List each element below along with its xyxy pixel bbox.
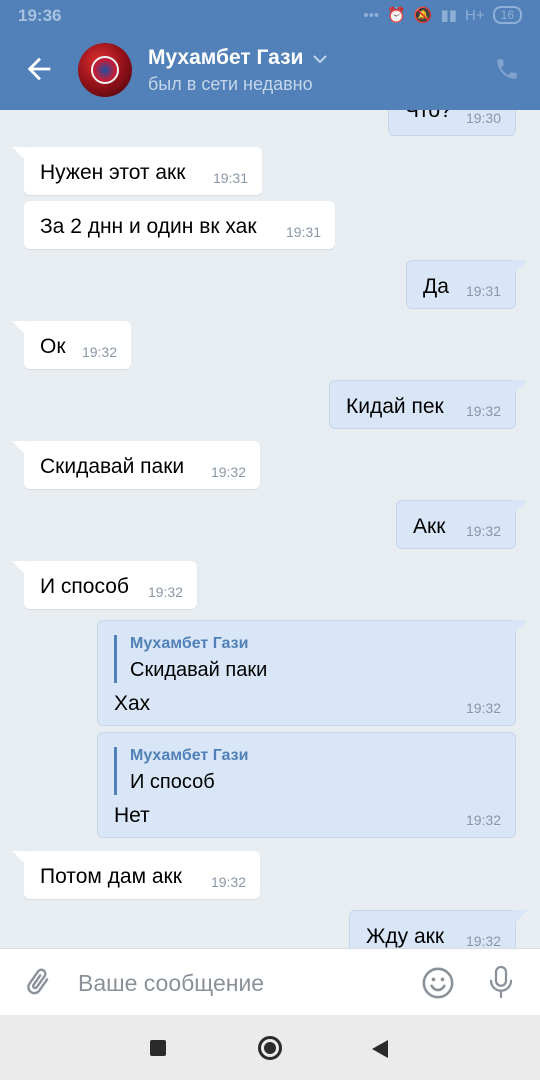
- message-text: Да: [423, 275, 449, 298]
- message-time: 19:32: [81, 344, 117, 360]
- status-icons: ••• ⏰ 🔕 ▮▮ H+ 16: [363, 6, 522, 24]
- alarm-icon: ⏰: [387, 7, 406, 24]
- bubble-tail: [12, 561, 26, 575]
- message-incoming[interactable]: За 2 днн и один вк хак 19:31: [24, 201, 335, 249]
- arrow-left-icon[interactable]: [22, 52, 56, 86]
- message-text: Нет: [114, 804, 150, 827]
- bubble-tail: [514, 260, 528, 274]
- message-text: За 2 днн и один вк хак: [40, 215, 257, 238]
- message-incoming[interactable]: Потом дам акк 19:32: [12, 851, 260, 899]
- message-time: 19:32: [465, 933, 501, 949]
- bubble-tail: [514, 910, 528, 924]
- message-text: Нужен этот акк: [40, 161, 186, 184]
- message-time: 19:32: [465, 523, 501, 539]
- message-outgoing-reply[interactable]: Мухамбет Гази Скидавай паки Хах 19:32: [97, 620, 528, 726]
- chat-header: 19:36 ••• ⏰ 🔕 ▮▮ H+ 16 Мухамбет Гази был…: [0, 0, 540, 110]
- square-icon[interactable]: [150, 1040, 166, 1056]
- signal-icon: ▮▮: [440, 7, 458, 24]
- circle-icon[interactable]: [258, 1036, 282, 1060]
- message-input[interactable]: [78, 967, 398, 999]
- reply-quote-bar: [114, 747, 117, 795]
- bubble-tail: [12, 321, 26, 335]
- message-outgoing[interactable]: Кидай пек 19:32: [329, 380, 528, 429]
- message-composer: [0, 948, 540, 1015]
- message-text: Ок: [40, 335, 66, 358]
- phone-icon[interactable]: [494, 56, 520, 82]
- message-incoming[interactable]: Ок 19:32: [12, 321, 131, 369]
- message-time: 19:32: [210, 874, 246, 890]
- bubble-tail: [12, 147, 26, 161]
- message-text: Потом дам акк: [40, 865, 182, 888]
- avatar[interactable]: [78, 43, 132, 97]
- bubble-tail: [514, 380, 528, 394]
- bubble-tail: [514, 500, 528, 514]
- message-outgoing[interactable]: Да 19:31: [406, 260, 528, 309]
- reply-text[interactable]: И способ: [130, 771, 215, 794]
- contact-name[interactable]: Мухамбет Гази: [148, 46, 303, 70]
- battery-indicator: 16: [492, 6, 522, 24]
- reply-quote-bar: [114, 635, 117, 683]
- paperclip-icon[interactable]: [22, 966, 54, 998]
- message-text: Акк: [413, 515, 446, 538]
- status-time: 19:36: [18, 6, 62, 25]
- status-bar: 19:36 ••• ⏰ 🔕 ▮▮ H+ 16: [0, 0, 540, 32]
- avatar-logo: [91, 56, 119, 84]
- emoji-icon[interactable]: [421, 966, 455, 1000]
- network-type: H+: [465, 6, 485, 24]
- bubble-tail: [12, 441, 26, 455]
- contact-status: был в сети недавно: [148, 74, 313, 94]
- reply-author[interactable]: Мухамбет Гази: [130, 635, 248, 653]
- reply-text[interactable]: Скидавай паки: [130, 659, 267, 682]
- message-time: 19:32: [465, 700, 501, 716]
- reply-author[interactable]: Мухамбет Гази: [130, 747, 248, 765]
- triangle-back-icon[interactable]: [372, 1040, 388, 1058]
- bubble-tail: [12, 851, 26, 865]
- message-time: 19:30: [465, 110, 501, 126]
- message-time: 19:32: [465, 812, 501, 828]
- message-text: И способ: [40, 575, 129, 598]
- message-time: 19:31: [285, 224, 321, 240]
- microphone-icon[interactable]: [486, 964, 516, 1000]
- message-incoming[interactable]: Нужен этот акк 19:31: [12, 147, 262, 195]
- system-nav-bar: [0, 1015, 540, 1080]
- chevron-down-icon[interactable]: [313, 54, 327, 64]
- notification-dots-icon: •••: [363, 6, 380, 24]
- message-time: 19:32: [210, 464, 246, 480]
- message-time: 19:31: [212, 170, 248, 186]
- message-text: Скидавай паки: [40, 455, 185, 478]
- bubble-tail: [514, 620, 528, 634]
- message-text: Кидай пек: [346, 395, 444, 418]
- message-incoming[interactable]: И способ 19:32: [12, 561, 197, 609]
- mute-icon: 🔕: [413, 7, 433, 24]
- message-time: 19:32: [147, 584, 183, 600]
- message-time: 19:31: [465, 283, 501, 299]
- message-text: Хах: [114, 692, 151, 715]
- message-time: 19:32: [465, 403, 501, 419]
- message-text: Жду акк: [366, 925, 445, 948]
- message-outgoing-reply[interactable]: Мухамбет Гази И способ Нет 19:32: [97, 732, 516, 838]
- message-outgoing[interactable]: Акк 19:32: [396, 500, 528, 549]
- message-incoming[interactable]: Скидавай паки 19:32: [12, 441, 260, 489]
